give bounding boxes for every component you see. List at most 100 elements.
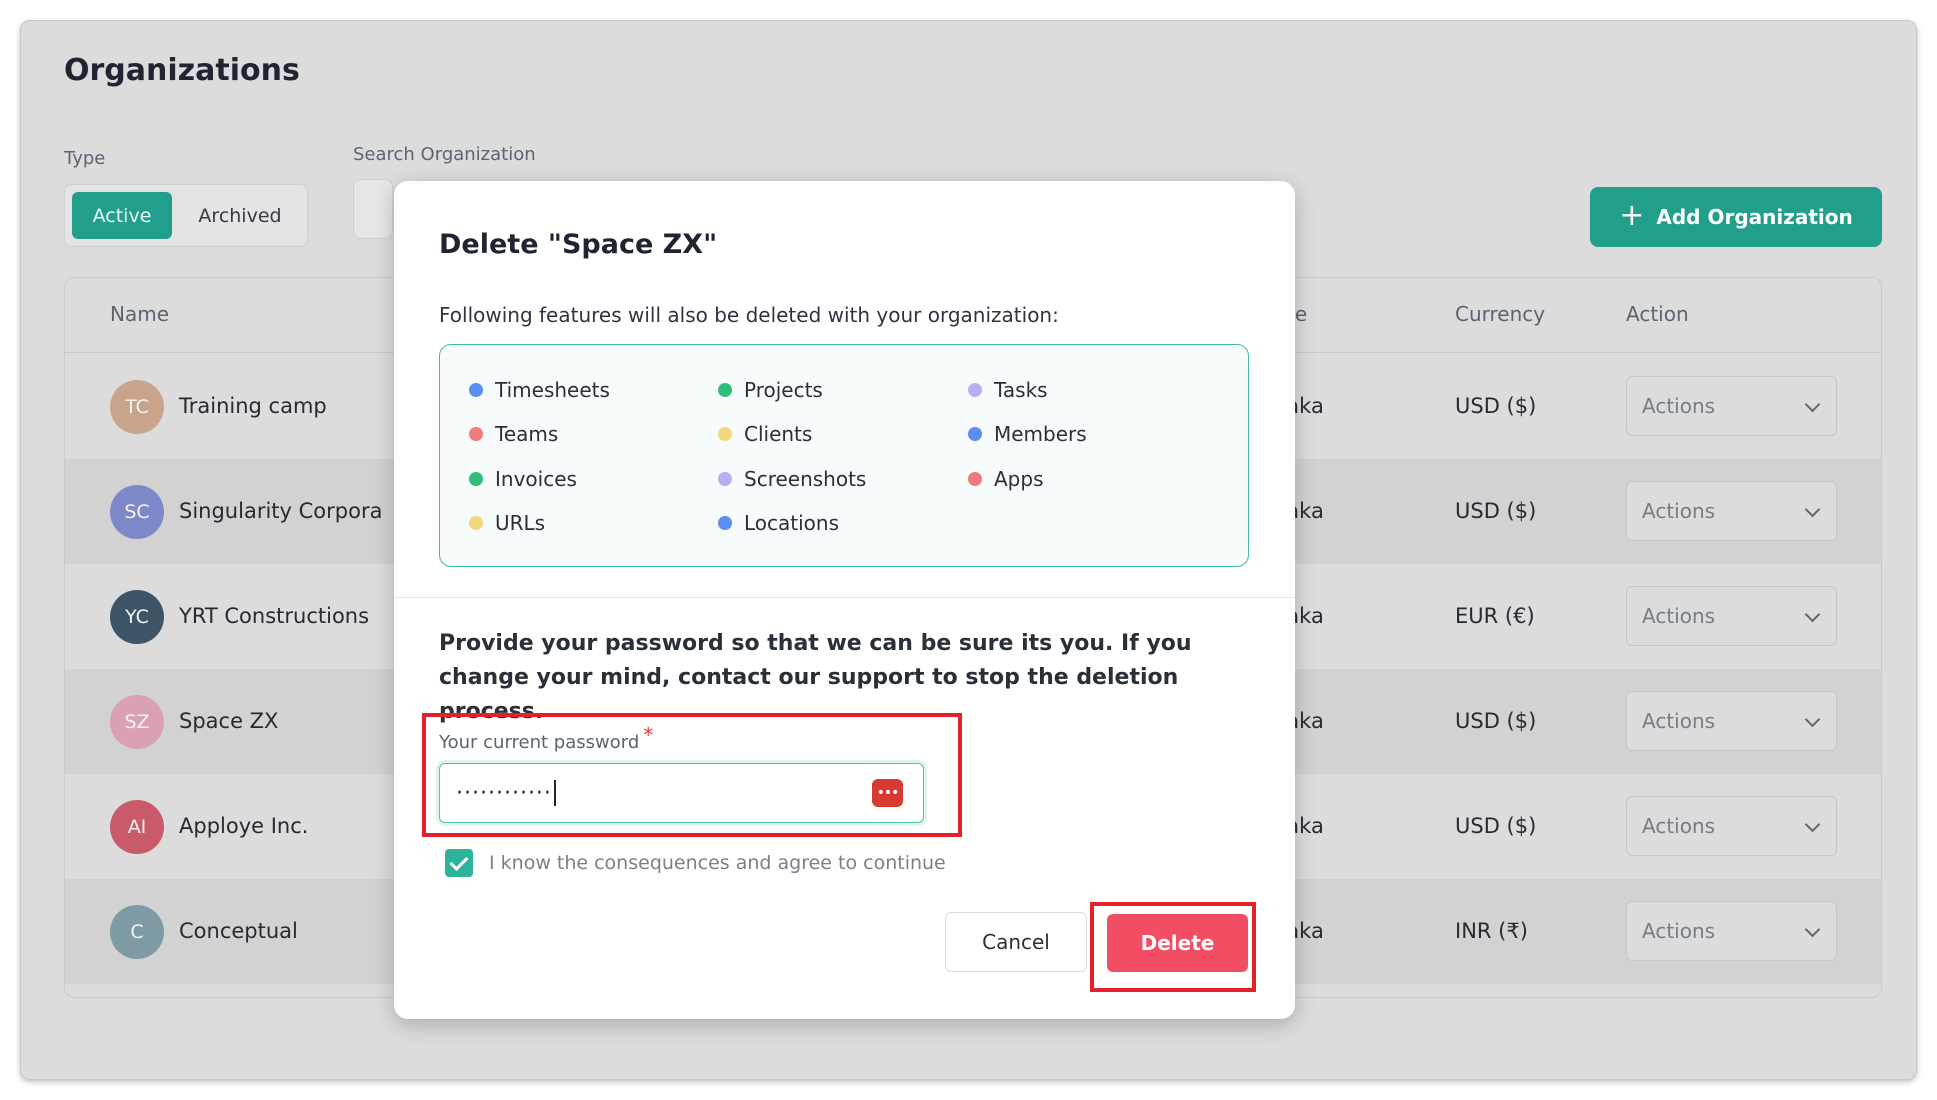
feature-item: Locations <box>718 511 839 535</box>
feature-label: Screenshots <box>744 467 867 491</box>
feature-label: Timesheets <box>495 378 610 402</box>
chevron-down-icon <box>1804 606 1821 623</box>
avatar: YC <box>110 590 164 644</box>
bullet-dot-icon <box>469 516 483 530</box>
feature-item: Teams <box>469 422 558 446</box>
password-value: ············ <box>456 780 552 806</box>
feature-label: Projects <box>744 378 823 402</box>
agree-checkbox-row[interactable]: I know the consequences and agree to con… <box>445 849 946 877</box>
password-label-text: Your current password <box>439 732 640 753</box>
avatar: SC <box>110 485 164 539</box>
app-window: Organizations Type Active Archived Searc… <box>20 20 1917 1080</box>
password-input[interactable]: ············ ••• <box>439 763 924 823</box>
plus-icon: + <box>1619 197 1645 233</box>
feature-label: Clients <box>744 422 813 446</box>
cancel-button[interactable]: Cancel <box>945 912 1087 972</box>
feature-label: Tasks <box>994 378 1048 402</box>
bullet-dot-icon <box>469 427 483 441</box>
feature-label: Apps <box>994 467 1044 491</box>
actions-label: Actions <box>1642 604 1716 628</box>
type-label: Type <box>64 148 106 169</box>
org-name[interactable]: Apploye Inc. <box>179 814 308 838</box>
add-organization-button[interactable]: + Add Organization <box>1590 187 1882 247</box>
search-label: Search Organization <box>353 144 536 165</box>
bullet-dot-icon <box>718 383 732 397</box>
org-name[interactable]: Conceptual <box>179 919 298 943</box>
org-currency: USD ($) <box>1455 709 1537 733</box>
modal-title: Delete "Space ZX" <box>439 229 718 260</box>
actions-label: Actions <box>1642 499 1716 523</box>
chevron-down-icon <box>1804 501 1821 518</box>
chevron-down-icon <box>1804 921 1821 938</box>
bullet-dot-icon <box>469 383 483 397</box>
bullet-dot-icon <box>718 516 732 530</box>
actions-dropdown[interactable]: Actions <box>1626 586 1837 646</box>
modal-divider <box>394 597 1295 598</box>
password-manager-icon[interactable]: ••• <box>872 779 903 807</box>
feature-item: Invoices <box>469 467 577 491</box>
feature-item: Timesheets <box>469 378 610 402</box>
agree-checkbox[interactable] <box>445 849 473 877</box>
required-asterisk: * <box>643 723 654 747</box>
actions-dropdown[interactable]: Actions <box>1626 376 1837 436</box>
agree-label: I know the consequences and agree to con… <box>489 852 946 874</box>
header-action: Action <box>1626 302 1689 326</box>
org-name[interactable]: Training camp <box>179 394 327 418</box>
bullet-dot-icon <box>718 472 732 486</box>
actions-label: Actions <box>1642 919 1716 943</box>
bullet-dot-icon <box>718 427 732 441</box>
org-currency: USD ($) <box>1455 394 1537 418</box>
avatar: C <box>110 905 164 959</box>
feature-label: Invoices <box>495 467 577 491</box>
org-name[interactable]: Space ZX <box>179 709 278 733</box>
actions-label: Actions <box>1642 814 1716 838</box>
org-name[interactable]: Singularity Corpora <box>179 499 382 523</box>
bullet-dot-icon <box>968 383 982 397</box>
chevron-down-icon <box>1804 816 1821 833</box>
avatar: TC <box>110 380 164 434</box>
chevron-down-icon <box>1804 711 1821 728</box>
bullet-dot-icon <box>968 472 982 486</box>
actions-dropdown[interactable]: Actions <box>1626 796 1837 856</box>
modal-subtitle: Following features will also be deleted … <box>439 303 1059 327</box>
features-list: Timesheets Projects Tasks Teams Clients … <box>439 344 1249 567</box>
feature-label: URLs <box>495 511 546 535</box>
header-name: Name <box>110 302 170 326</box>
org-currency: USD ($) <box>1455 814 1537 838</box>
feature-item: URLs <box>469 511 545 535</box>
bullet-dot-icon <box>469 472 483 486</box>
type-toggle: Active Archived <box>64 184 308 247</box>
delete-organization-modal: Delete "Space ZX" Following features wil… <box>394 181 1295 1019</box>
feature-item: Tasks <box>968 378 1048 402</box>
type-archived-button[interactable]: Archived <box>180 192 300 239</box>
header-currency: Currency <box>1455 302 1546 326</box>
feature-label: Members <box>994 422 1087 446</box>
delete-button[interactable]: Delete <box>1107 914 1248 972</box>
feature-item: Apps <box>968 467 1044 491</box>
feature-label: Locations <box>744 511 840 535</box>
type-active-button[interactable]: Active <box>72 192 172 239</box>
org-currency: INR (₹) <box>1455 919 1528 943</box>
org-name[interactable]: YRT Constructions <box>179 604 369 628</box>
feature-item: Members <box>968 422 1087 446</box>
page-title: Organizations <box>64 53 300 88</box>
add-organization-label: Add Organization <box>1656 205 1853 229</box>
password-label: Your current password * <box>439 723 653 753</box>
avatar: SZ <box>110 695 164 749</box>
bullet-dot-icon <box>968 427 982 441</box>
actions-dropdown[interactable]: Actions <box>1626 691 1837 751</box>
search-input[interactable] <box>353 179 393 239</box>
actions-label: Actions <box>1642 394 1716 418</box>
actions-dropdown[interactable]: Actions <box>1626 481 1837 541</box>
org-currency: EUR (€) <box>1455 604 1535 628</box>
actions-dropdown[interactable]: Actions <box>1626 901 1837 961</box>
chevron-down-icon <box>1804 396 1821 413</box>
avatar: AI <box>110 800 164 854</box>
feature-label: Teams <box>495 422 559 446</box>
feature-item: Projects <box>718 378 823 402</box>
text-caret <box>553 780 556 806</box>
feature-item: Clients <box>718 422 812 446</box>
org-currency: USD ($) <box>1455 499 1537 523</box>
feature-item: Screenshots <box>718 467 866 491</box>
actions-label: Actions <box>1642 709 1716 733</box>
